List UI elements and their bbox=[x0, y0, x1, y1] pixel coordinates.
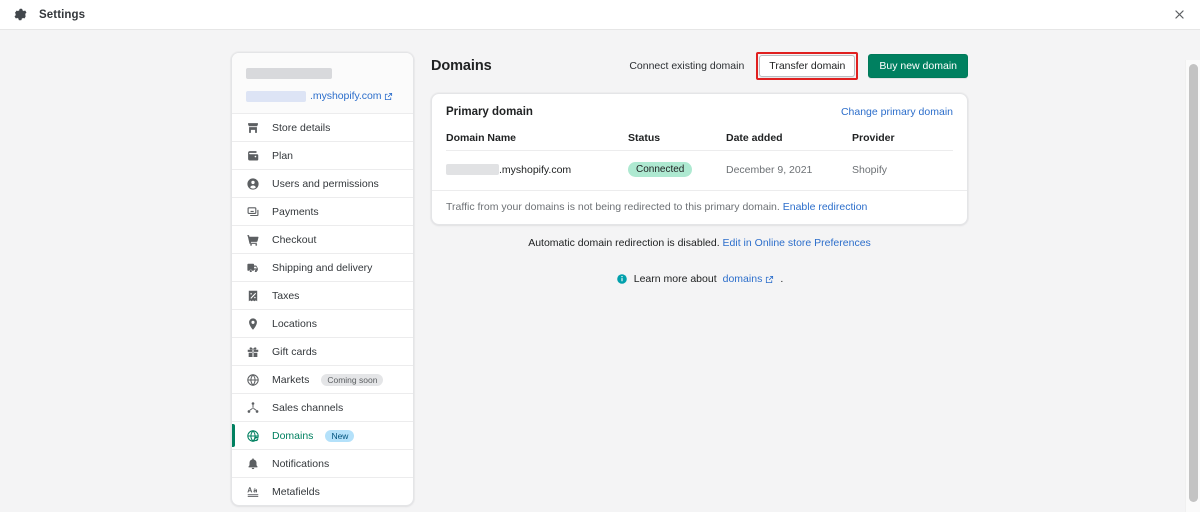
sidebar-badge-new: New bbox=[325, 430, 354, 442]
primary-domain-card: Primary domain Change primary domain Dom… bbox=[431, 93, 968, 225]
learn-more-row: Learn more about domains . bbox=[431, 273, 968, 285]
sidebar-item-label: Checkout bbox=[272, 234, 316, 246]
page-title: Domains bbox=[431, 58, 492, 74]
sidebar-item-label: Locations bbox=[272, 318, 317, 330]
sidebar-item-sales-channels[interactable]: Sales channels bbox=[232, 393, 413, 421]
sidebar-item-locations[interactable]: Locations bbox=[232, 309, 413, 337]
transfer-domain-button[interactable]: Transfer domain bbox=[759, 55, 855, 77]
globe-check-icon bbox=[246, 429, 260, 443]
change-primary-domain-link[interactable]: Change primary domain bbox=[841, 106, 953, 118]
edit-online-store-preferences-link[interactable]: Edit in Online store Preferences bbox=[723, 237, 871, 249]
main-content: Domains Connect existing domain Transfer… bbox=[431, 52, 968, 285]
redirection-notice: Traffic from your domains is not being r… bbox=[432, 190, 967, 224]
bell-icon bbox=[246, 457, 260, 471]
sidebar-item-checkout[interactable]: Checkout bbox=[232, 225, 413, 253]
domains-table: Domain Name Status Date added Provider bbox=[446, 120, 953, 190]
gear-icon bbox=[13, 7, 28, 22]
column-header-provider: Provider bbox=[852, 120, 953, 151]
sidebar-item-markets[interactable]: Markets Coming soon bbox=[232, 365, 413, 393]
sidebar-item-label: Taxes bbox=[272, 290, 299, 302]
sidebar-item-label: Markets bbox=[272, 374, 309, 386]
cell-date-added: December 9, 2021 bbox=[726, 151, 852, 191]
sidebar-item-taxes[interactable]: Taxes bbox=[232, 281, 413, 309]
cart-icon bbox=[246, 233, 260, 247]
window-title: Settings bbox=[39, 9, 85, 21]
scrollbar-thumb[interactable] bbox=[1189, 64, 1198, 502]
domains-doc-link[interactable]: domains bbox=[723, 273, 775, 285]
learn-more-suffix: . bbox=[780, 273, 783, 285]
cell-provider: Shopify bbox=[852, 151, 953, 191]
store-domain-link[interactable]: .myshopify.com bbox=[246, 90, 399, 102]
gift-icon bbox=[246, 345, 260, 359]
card-title: Primary domain bbox=[446, 106, 533, 118]
cell-domain-name: .myshopify.com bbox=[446, 151, 628, 191]
store-header: .myshopify.com bbox=[232, 53, 413, 113]
sidebar-item-plan[interactable]: Plan bbox=[232, 141, 413, 169]
sidebar-item-users-and-permissions[interactable]: Users and permissions bbox=[232, 169, 413, 197]
window-titlebar: Settings bbox=[0, 0, 1200, 30]
buy-new-domain-button[interactable]: Buy new domain bbox=[868, 54, 968, 78]
table-header-row: Domain Name Status Date added Provider bbox=[446, 120, 953, 151]
sidebar-item-label: Payments bbox=[272, 206, 319, 218]
store-subdomain-redacted bbox=[246, 91, 306, 102]
external-link-icon bbox=[384, 92, 393, 101]
sidebar-item-label: Metafields bbox=[272, 486, 320, 498]
payments-icon bbox=[246, 205, 260, 219]
header-actions: Connect existing domain Transfer domain … bbox=[627, 52, 968, 80]
info-icon bbox=[616, 273, 628, 285]
connect-existing-domain-button[interactable]: Connect existing domain bbox=[627, 60, 746, 72]
domain-name-suffix: .myshopify.com bbox=[499, 164, 571, 176]
vertical-scrollbar[interactable] bbox=[1185, 60, 1200, 512]
settings-window: Settings .myshopify.com bbox=[0, 0, 1200, 512]
page-header: Domains Connect existing domain Transfer… bbox=[431, 52, 968, 80]
sidebar-item-payments[interactable]: Payments bbox=[232, 197, 413, 225]
domain-name-redacted bbox=[446, 164, 499, 175]
settings-sidebar: .myshopify.com Store details bbox=[231, 52, 414, 506]
receipt-icon bbox=[246, 289, 260, 303]
titlebar-left: Settings bbox=[0, 7, 85, 22]
enable-redirection-link[interactable]: Enable redirection bbox=[783, 201, 868, 213]
column-header-domain-name: Domain Name bbox=[446, 120, 628, 151]
store-name-redacted bbox=[246, 68, 332, 79]
close-icon[interactable] bbox=[1168, 4, 1190, 26]
sidebar-item-gift-cards[interactable]: Gift cards bbox=[232, 337, 413, 365]
sidebar-item-label: Store details bbox=[272, 122, 330, 134]
sidebar-item-metafields[interactable]: Metafields bbox=[232, 477, 413, 505]
table-row[interactable]: .myshopify.com Connected December 9, 202… bbox=[446, 151, 953, 191]
transfer-domain-highlight: Transfer domain bbox=[756, 52, 858, 80]
sidebar-item-label: Shipping and delivery bbox=[272, 262, 372, 274]
page-body: .myshopify.com Store details bbox=[0, 30, 1200, 512]
sidebar-item-domains[interactable]: Domains New bbox=[232, 421, 413, 449]
sidebar-item-label: Users and permissions bbox=[272, 178, 379, 190]
learn-more-prefix: Learn more about bbox=[634, 273, 717, 285]
sidebar-item-store-details[interactable]: Store details bbox=[232, 113, 413, 141]
sidebar-item-notifications[interactable]: Notifications bbox=[232, 449, 413, 477]
metafields-icon bbox=[246, 485, 260, 499]
cell-status: Connected bbox=[628, 151, 726, 191]
sidebar-item-label: Sales channels bbox=[272, 402, 343, 414]
user-icon bbox=[246, 177, 260, 191]
sidebar-item-label: Notifications bbox=[272, 458, 329, 470]
channels-icon bbox=[246, 401, 260, 415]
sidebar-item-label: Gift cards bbox=[272, 346, 317, 358]
sidebar-item-label: Domains bbox=[272, 430, 313, 442]
store-domain-suffix: .myshopify.com bbox=[310, 90, 381, 102]
store-icon bbox=[246, 121, 260, 135]
external-link-icon bbox=[765, 275, 774, 284]
location-pin-icon bbox=[246, 317, 260, 331]
auto-redirection-note: Automatic domain redirection is disabled… bbox=[431, 237, 968, 249]
sidebar-item-label: Plan bbox=[272, 150, 293, 162]
column-header-status: Status bbox=[628, 120, 726, 151]
domains-doc-link-label: domains bbox=[723, 273, 763, 285]
wallet-icon bbox=[246, 149, 260, 163]
auto-redirection-text: Automatic domain redirection is disabled… bbox=[528, 237, 719, 249]
card-header: Primary domain Change primary domain bbox=[432, 94, 967, 120]
sidebar-badge-coming-soon: Coming soon bbox=[321, 374, 383, 386]
column-header-date-added: Date added bbox=[726, 120, 852, 151]
sidebar-item-shipping-and-delivery[interactable]: Shipping and delivery bbox=[232, 253, 413, 281]
redirection-notice-text: Traffic from your domains is not being r… bbox=[446, 201, 780, 213]
status-badge: Connected bbox=[628, 162, 692, 177]
globe-icon bbox=[246, 373, 260, 387]
truck-icon bbox=[246, 261, 260, 275]
